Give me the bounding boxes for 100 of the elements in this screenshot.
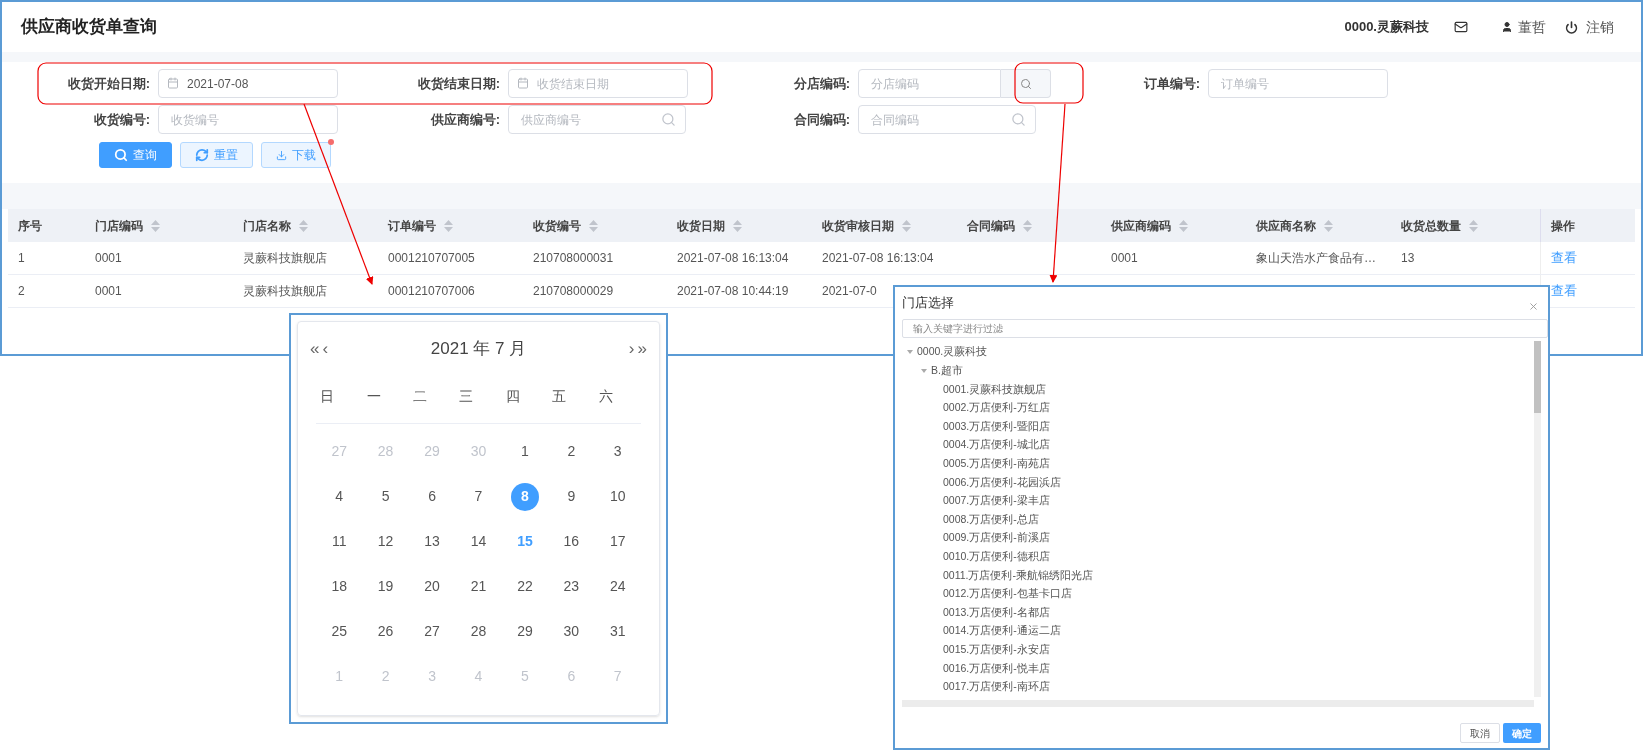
calendar-day[interactable]: 22 (510, 572, 539, 601)
weekday-label: 二 (412, 387, 429, 406)
calendar-icon (517, 77, 529, 89)
calendar-day[interactable]: 29 (510, 617, 539, 646)
power-icon[interactable] (1565, 20, 1578, 34)
calendar-day[interactable]: 30 (557, 617, 586, 646)
calendar-day[interactable]: 7 (464, 482, 493, 511)
calendar-day[interactable]: 21 (464, 572, 493, 601)
tree-item[interactable]: 0016.万店便利-悦丰店 (943, 660, 1050, 677)
calendar-day[interactable]: 10 (603, 482, 632, 511)
calendar-day[interactable]: 11 (325, 527, 354, 556)
close-icon[interactable] (1528, 300, 1539, 312)
column-header: 订单编号 (388, 217, 436, 235)
calendar-day[interactable]: 23 (557, 572, 586, 601)
tree-item[interactable]: 0017.万店便利-南环店 (943, 679, 1050, 695)
search-field[interactable]: 供应商编号 (508, 105, 686, 134)
sort-icon[interactable] (1324, 219, 1333, 232)
date-field[interactable]: 2021-07-08 (158, 69, 338, 98)
calendar-day[interactable]: 14 (464, 527, 493, 556)
table-cell-text: 0001 (95, 283, 122, 300)
calendar-day[interactable]: 5 (371, 482, 400, 511)
table-cell-text: 1 (18, 250, 25, 267)
field-label: 订单编号: (1142, 74, 1201, 93)
sort-icon[interactable] (1469, 219, 1478, 232)
sort-icon[interactable] (1023, 219, 1032, 232)
search-button[interactable] (1001, 69, 1051, 98)
calendar-day[interactable]: 28 (464, 617, 493, 646)
calendar-day[interactable]: 1 (510, 437, 539, 466)
search-icon (661, 112, 676, 127)
column-header: 合同编码 (967, 217, 1015, 235)
tree-item[interactable]: 0012.万店便利-包基卡口店 (943, 586, 1072, 602)
prev-year-button[interactable]: « (310, 336, 320, 362)
tree-item[interactable]: 0004.万店便利-城北店 (943, 437, 1050, 454)
tree-item[interactable]: 0009.万店便利-前溪店 (943, 530, 1050, 547)
calendar-day[interactable]: 12 (371, 527, 400, 556)
calendar-day[interactable]: 16 (557, 527, 586, 556)
calendar-day[interactable]: 26 (371, 617, 400, 646)
tree-item[interactable]: 0005.万店便利-南苑店 (943, 456, 1050, 472)
calendar-day[interactable]: 2 (557, 437, 586, 466)
table-cell-text: 13 (1401, 250, 1415, 267)
tree-item[interactable]: 0007.万店便利-梁丰店 (943, 493, 1050, 509)
tree-item[interactable]: 0008.万店便利-总店 (943, 511, 1039, 528)
sort-icon[interactable] (902, 219, 911, 232)
tree-item[interactable]: 0000.灵蕨科技 (917, 344, 988, 361)
caret-icon[interactable] (907, 349, 913, 356)
user-name[interactable]: 董哲 (1518, 16, 1546, 38)
tree-item[interactable]: 0010.万店便利-德积店 (943, 548, 1050, 565)
tree-item[interactable]: 0003.万店便利-暨阳店 (943, 418, 1050, 435)
calendar-day[interactable]: 19 (371, 572, 400, 601)
input-field[interactable]: 收货编号 (158, 105, 338, 134)
mail-icon[interactable] (1454, 20, 1468, 34)
weekday-label: 日 (319, 387, 336, 406)
input-field[interactable]: 订单编号 (1208, 69, 1388, 98)
caret-icon[interactable] (921, 367, 927, 374)
tree-item[interactable]: 0011.万店便利-乘航锦绣阳光店 (943, 567, 1093, 584)
tree-item[interactable]: 0014.万店便利-通运二店 (943, 623, 1061, 640)
calendar-day[interactable]: 17 (603, 527, 632, 556)
cancel-button[interactable]: 取消 (1460, 723, 1500, 743)
calendar-day[interactable]: 9 (557, 482, 586, 511)
column-header: 供应商编码 (1111, 217, 1171, 235)
tree-item[interactable]: 0006.万店便利-花园浜店 (943, 474, 1061, 491)
search-field[interactable]: 合同编码 (858, 105, 1036, 134)
input-field[interactable]: 分店编码 (858, 69, 1001, 98)
sort-icon[interactable] (299, 219, 308, 232)
tree-item[interactable]: B.超市 (931, 363, 963, 379)
table-cell-text: 象山天浩水产食品有… (1256, 250, 1376, 267)
sort-icon[interactable] (589, 219, 598, 232)
date-field[interactable]: 收货结束日期 (508, 69, 688, 98)
column-header: 供应商名称 (1256, 217, 1316, 235)
logout-link[interactable]: 注销 (1586, 16, 1614, 38)
tree-item[interactable]: 0015.万店便利-永安店 (943, 641, 1050, 658)
calendar-day[interactable]: 25 (325, 617, 354, 646)
sort-icon[interactable] (151, 219, 160, 232)
next-month-button[interactable]: › (628, 336, 635, 362)
tree-item[interactable]: 0013.万店便利-名都店 (943, 604, 1050, 621)
calendar-day[interactable]: 4 (325, 482, 354, 511)
table-cell-text: 2021-07-0 (822, 283, 877, 300)
filter-field[interactable]: 输入关键字进行过滤 (902, 319, 1548, 338)
calendar-day[interactable]: 6 (418, 482, 447, 511)
calendar-day[interactable]: 3 (603, 437, 632, 466)
tree-item[interactable]: 0001.灵蕨科技旗舰店 (943, 381, 1047, 398)
table-cell-text: 0001210707006 (388, 283, 475, 300)
table-cell-text: 2 (18, 283, 25, 300)
sort-icon[interactable] (1179, 219, 1188, 232)
calendar-day[interactable]: 31 (603, 617, 632, 646)
table-cell-text: 0001 (1111, 250, 1138, 267)
calendar-day[interactable]: 27 (418, 617, 447, 646)
table-cell-text: 0001210707005 (388, 250, 475, 267)
calendar-day[interactable]: 13 (418, 527, 447, 556)
table-cell-text: 0001 (95, 250, 122, 267)
weekday-label: 五 (551, 387, 568, 406)
sort-icon[interactable] (733, 219, 742, 232)
next-year-button[interactable]: » (637, 336, 647, 362)
sort-icon[interactable] (444, 219, 453, 232)
calendar-day[interactable]: 18 (325, 572, 354, 601)
tree-item[interactable]: 0002.万店便利-万红店 (943, 400, 1050, 416)
calendar-day[interactable]: 24 (603, 572, 632, 601)
prev-month-button[interactable]: ‹ (322, 336, 329, 362)
scrollbar[interactable] (1534, 341, 1541, 697)
calendar-day[interactable]: 20 (418, 572, 447, 601)
